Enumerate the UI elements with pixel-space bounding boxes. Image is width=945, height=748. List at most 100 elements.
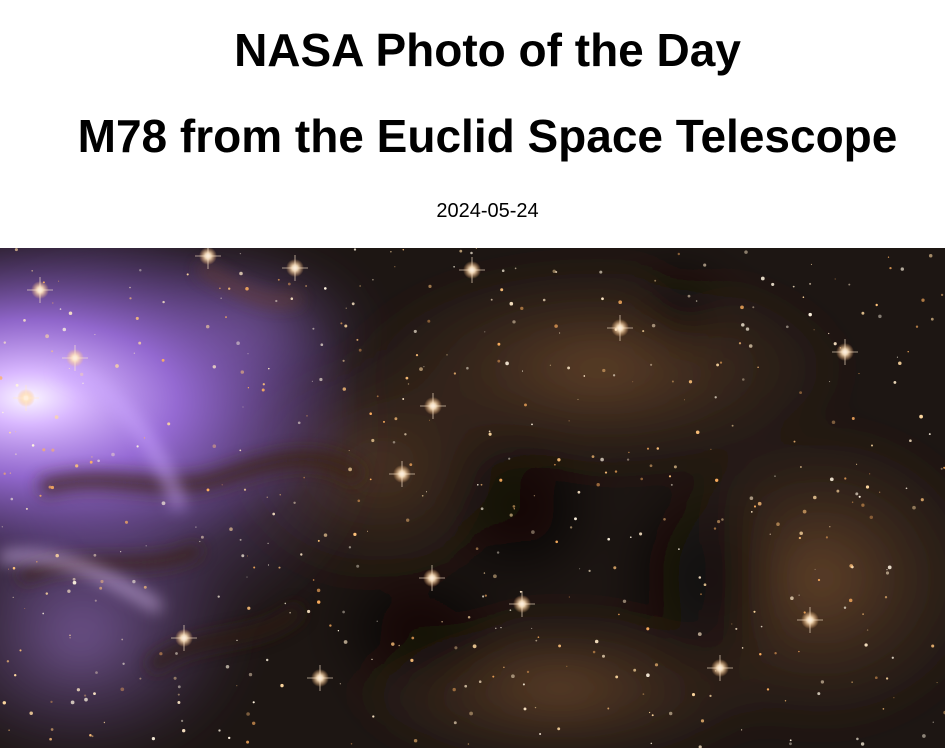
star xyxy=(93,692,96,695)
star xyxy=(239,449,242,452)
star xyxy=(8,568,9,570)
photo-title: M78 from the Euclid Space Telescope xyxy=(77,110,898,162)
star xyxy=(829,526,831,528)
star xyxy=(594,639,599,644)
star xyxy=(89,460,93,464)
star xyxy=(808,312,812,317)
star xyxy=(287,282,291,286)
star xyxy=(345,307,347,309)
star xyxy=(928,253,933,258)
star xyxy=(138,341,142,345)
star xyxy=(503,666,505,669)
star xyxy=(887,256,890,258)
star xyxy=(342,359,345,362)
star xyxy=(896,356,898,358)
star xyxy=(554,324,558,328)
star xyxy=(931,644,935,648)
star xyxy=(97,459,100,463)
star xyxy=(884,596,888,599)
star xyxy=(792,285,795,288)
star xyxy=(698,576,702,579)
star xyxy=(129,297,132,300)
star xyxy=(789,742,792,746)
star xyxy=(886,569,888,571)
star xyxy=(217,595,220,598)
star xyxy=(89,733,92,737)
star xyxy=(50,728,54,731)
star xyxy=(10,497,14,501)
star xyxy=(428,419,431,421)
star xyxy=(369,412,372,415)
star xyxy=(319,377,323,382)
star xyxy=(348,546,352,549)
star xyxy=(574,517,577,521)
star xyxy=(275,299,278,303)
star xyxy=(650,742,653,745)
star xyxy=(731,623,733,625)
star xyxy=(225,316,227,319)
star xyxy=(391,642,395,646)
star xyxy=(592,650,596,654)
star xyxy=(243,488,247,491)
star xyxy=(177,685,181,689)
star xyxy=(646,673,650,677)
star xyxy=(752,306,755,309)
star xyxy=(848,598,853,603)
star xyxy=(265,658,269,662)
star xyxy=(15,431,17,433)
star xyxy=(227,736,231,740)
star xyxy=(482,595,485,598)
star xyxy=(39,494,42,497)
star xyxy=(120,551,122,553)
nebula-photo[interactable] xyxy=(0,248,945,748)
nebula-image xyxy=(0,248,945,748)
star xyxy=(446,354,448,356)
star xyxy=(687,294,691,298)
star xyxy=(12,566,16,570)
star xyxy=(376,620,378,622)
star xyxy=(398,644,400,647)
star xyxy=(519,590,522,593)
star xyxy=(122,662,125,665)
star xyxy=(915,325,919,328)
star xyxy=(514,267,517,270)
star xyxy=(523,707,527,711)
star xyxy=(239,271,243,276)
star xyxy=(180,719,184,723)
star xyxy=(411,636,415,640)
star xyxy=(566,665,568,668)
star xyxy=(878,314,882,319)
star xyxy=(622,599,627,604)
star xyxy=(343,640,348,644)
star xyxy=(353,532,357,537)
star xyxy=(738,342,742,345)
star xyxy=(829,477,834,482)
star xyxy=(858,495,861,498)
star xyxy=(760,276,765,281)
star xyxy=(567,366,571,370)
star xyxy=(703,583,707,587)
star xyxy=(9,472,12,474)
star xyxy=(865,485,870,489)
star xyxy=(813,495,817,500)
star xyxy=(742,378,745,381)
star xyxy=(19,649,22,652)
star xyxy=(493,574,497,579)
star xyxy=(744,250,748,254)
star xyxy=(419,367,423,371)
star xyxy=(798,650,800,653)
star xyxy=(246,712,250,716)
star xyxy=(29,711,33,716)
star xyxy=(509,513,513,517)
star xyxy=(799,391,803,395)
star xyxy=(789,739,792,742)
star xyxy=(236,341,240,345)
star xyxy=(143,585,147,589)
star xyxy=(284,602,287,605)
star xyxy=(290,297,294,300)
star xyxy=(248,672,253,677)
star xyxy=(103,721,106,724)
star xyxy=(84,697,88,702)
star xyxy=(774,652,777,655)
star xyxy=(376,395,379,398)
